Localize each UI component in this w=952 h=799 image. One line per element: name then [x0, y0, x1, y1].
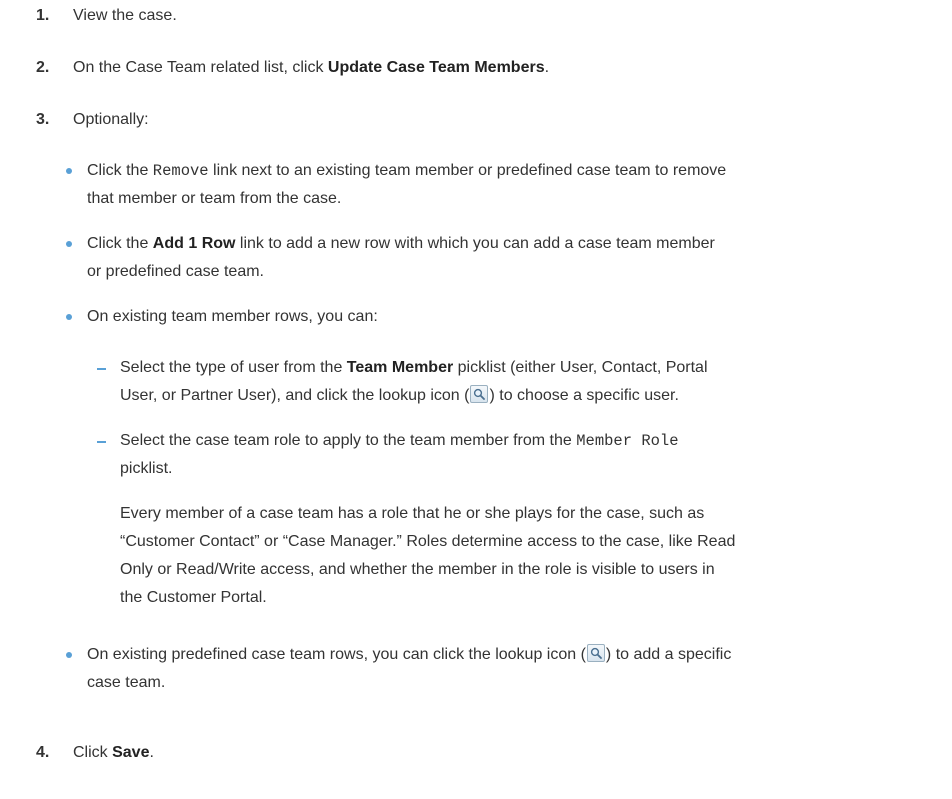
role-paragraph-line: Only or Read/Write access, and whether t… — [120, 561, 715, 578]
step-number: 4. — [36, 744, 50, 761]
step-number: 1. — [36, 7, 50, 24]
update-case-team-members-label: Update Case Team Members — [327, 59, 545, 76]
save-label: Save — [112, 744, 150, 761]
subitem-text-continued: User, or Partner User), and click the lo… — [120, 385, 679, 404]
bullet-text: On existing team member rows, you can: — [87, 308, 378, 325]
step-number: 3. — [36, 111, 50, 128]
dash-icon — [97, 368, 106, 370]
step-text: On the Case Team related list, click Upd… — [73, 59, 550, 76]
member-role-code: Member Role — [576, 432, 679, 450]
bullet-icon — [66, 168, 72, 174]
subitem-text-continued: picklist. — [120, 460, 173, 477]
bullet-icon — [66, 652, 72, 658]
team-member-label: Team Member — [346, 359, 454, 376]
bullet-icon — [66, 314, 72, 320]
step-number: 2. — [36, 59, 50, 76]
bullet-text: Click the Add 1 Row link to add a new ro… — [87, 235, 715, 252]
magnifier-lookup-icon — [470, 385, 489, 403]
remove-link-code: Remove — [152, 162, 209, 180]
bullet-text: Click the Remove link next to an existin… — [87, 162, 727, 180]
role-paragraph-line: Every member of a case team has a role t… — [120, 505, 705, 522]
add-row-label: Add 1 Row — [152, 235, 236, 252]
subitem-text: Select the case team role to apply to th… — [120, 432, 679, 450]
step-text: Click Save. — [73, 744, 154, 761]
dash-icon — [97, 441, 106, 443]
bullet-text-continued: that member or team from the case. — [87, 190, 342, 207]
role-paragraph-line: the Customer Portal. — [120, 589, 267, 606]
step-text: Optionally: — [73, 111, 149, 128]
role-paragraph-line: “Customer Contact” or “Case Manager.” Ro… — [120, 533, 736, 550]
subitem-text: Select the type of user from the Team Me… — [120, 359, 708, 376]
bullet-icon — [66, 241, 72, 247]
bullet-text: On existing predefined case team rows, y… — [87, 644, 732, 663]
magnifier-lookup-icon — [586, 644, 605, 662]
bullet-text-continued: or predefined case team. — [87, 263, 264, 280]
bullet-text-continued: case team. — [87, 674, 166, 691]
document-page: 1. View the case. 2. On the Case Team re… — [0, 0, 952, 799]
step-text: View the case. — [73, 7, 177, 24]
